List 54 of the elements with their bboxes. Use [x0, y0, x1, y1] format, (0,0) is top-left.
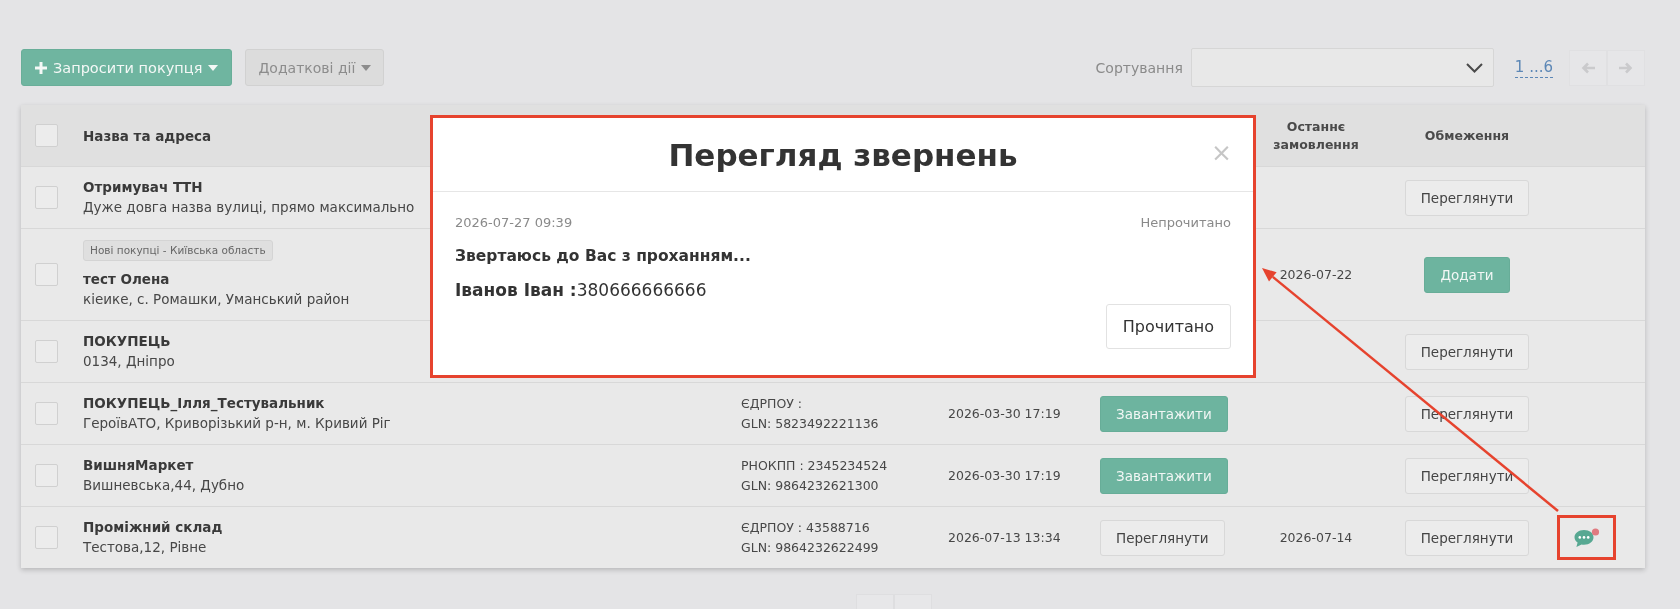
- caret-down-icon: [208, 64, 219, 71]
- code-text: GLN: 9864232621300: [741, 476, 879, 495]
- code-text: GLN: 5823492221136: [741, 414, 879, 433]
- modal-title: Перегляд звернень: [668, 136, 1018, 173]
- checkbox[interactable]: [35, 186, 58, 209]
- arrow-left-icon: [1581, 61, 1595, 74]
- arrow-right-icon: [1619, 61, 1633, 74]
- customer-address: Вишневська,44, Дубно: [83, 476, 245, 495]
- customer-name: Проміжний склад: [83, 518, 223, 537]
- column-header: Назва та адреса: [83, 127, 212, 144]
- customer-address: кіеике, с. Ромашки, Уманський район: [83, 290, 350, 309]
- restriction-button[interactable]: Переглянути: [1404, 457, 1530, 494]
- checkbox[interactable]: [35, 263, 58, 286]
- message-status: Непрочитано: [1140, 214, 1231, 232]
- checkbox[interactable]: [35, 464, 58, 487]
- sort-select[interactable]: [1190, 48, 1494, 87]
- date-text: 2026-03-30 17:19: [948, 468, 1061, 483]
- customer-address: 0134, Дніпро: [83, 352, 175, 371]
- group-tag: Нові покупці - Київська область: [83, 240, 273, 261]
- message-text: Звертаюсь до Вас з проханням...: [455, 246, 751, 267]
- checkbox[interactable]: [35, 402, 58, 425]
- checkbox[interactable]: [35, 340, 58, 363]
- chevron-down-icon: [1465, 62, 1483, 73]
- mark-read-button[interactable]: Прочитано: [1105, 304, 1231, 349]
- customer-address: ГероївАТО, Криворізький р-н, м. Кривий Ріг: [83, 414, 391, 433]
- code-text: GLN: 9864232622499: [741, 538, 879, 557]
- customer-name: ПОКУПЕЦЬ: [83, 332, 171, 351]
- customer-address: Дуже довга назва вулиці, прямо максимально: [83, 198, 415, 217]
- document-button[interactable]: Переглянути: [1100, 519, 1225, 556]
- restriction-button[interactable]: Переглянути: [1404, 519, 1530, 556]
- restriction-button[interactable]: Переглянути: [1404, 179, 1530, 216]
- column-header: Обмеження: [1424, 126, 1510, 145]
- chat-icon[interactable]: [1573, 527, 1600, 548]
- customer-name: тест Олена: [83, 270, 170, 289]
- checkbox[interactable]: [35, 526, 58, 549]
- customer-address: Тестова,12, Рівне: [83, 538, 207, 557]
- restriction-button[interactable]: Переглянути: [1404, 333, 1530, 370]
- customer-name: ВишняМаркет: [83, 456, 194, 475]
- plus-icon: [35, 61, 47, 74]
- customer-name: ПОКУПЕЦЬ_Ілля_Тестувальник: [83, 394, 325, 413]
- customer-name: Отримувач ТТН: [83, 178, 203, 197]
- caret-down-icon: [361, 64, 372, 71]
- date-text: 2026-07-13 13:34: [948, 530, 1061, 545]
- last-order-date: 2026-07-14: [1279, 530, 1353, 545]
- column-header: Останнє замовлення: [1272, 117, 1360, 154]
- code-text: ЄДРПОУ :: [741, 394, 803, 413]
- code-text: ЄДРПОУ : 43588716: [741, 518, 870, 537]
- message-author: Іванов Іван :380666666666: [455, 279, 707, 301]
- sort-label: Сортування: [1095, 59, 1183, 76]
- date-text: 2026-03-30 17:19: [948, 406, 1061, 421]
- last-order-date: 2026-07-22: [1279, 267, 1353, 282]
- checkbox[interactable]: [35, 124, 58, 147]
- code-text: РНОКПП : 2345234524: [741, 456, 888, 475]
- message-time: 2026-07-27 09:39: [455, 214, 573, 232]
